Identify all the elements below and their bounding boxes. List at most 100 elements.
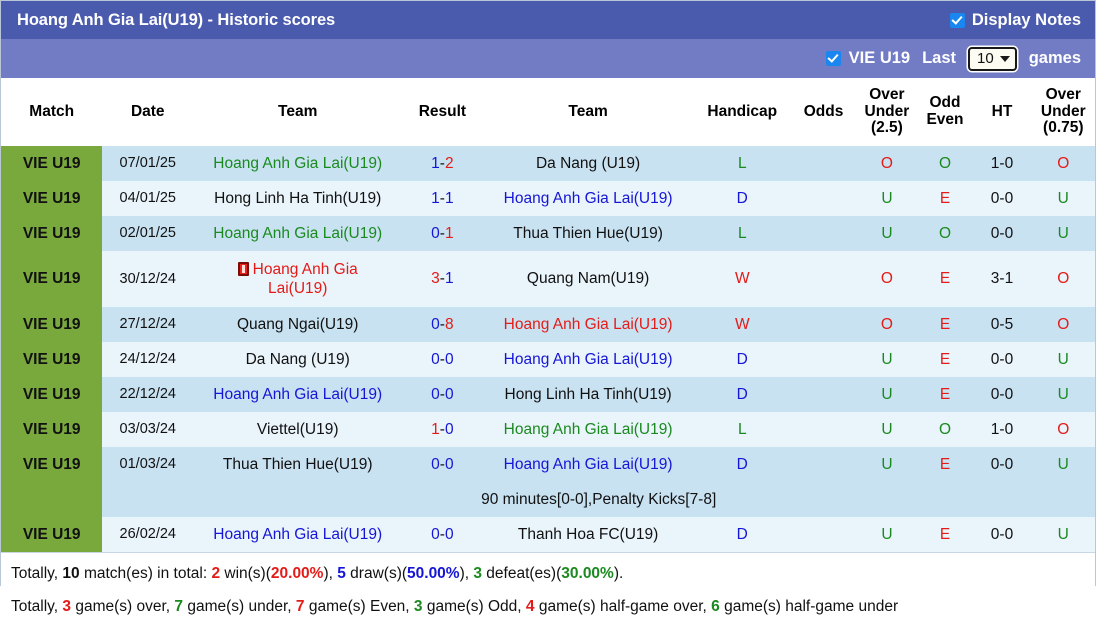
col-odd-even-l2: Even [926, 111, 963, 128]
table-row[interactable]: VIE U1924/12/24Da Nang (U19)0-0Hoang Anh… [1, 342, 1095, 377]
over-under-25-value: O [881, 270, 893, 287]
score-away: 0 [445, 386, 454, 403]
home-team-name: Hoang Anh Gia Lai(U19) [213, 225, 382, 242]
league-filter[interactable]: VIE U19 [826, 49, 910, 68]
cell-home-team[interactable]: Hoang Anh Gia Lai(U19) [193, 146, 402, 181]
cell-home-team[interactable]: Hong Linh Ha Tinh(U19) [193, 181, 402, 216]
cell-away-team[interactable]: Quang Nam(U19) [483, 251, 694, 307]
table-row[interactable]: VIE U1903/03/24Viettel(U19)1-0Hoang Anh … [1, 412, 1095, 447]
cell-away-team[interactable]: Hoang Anh Gia Lai(U19) [483, 342, 694, 377]
cell-ht: 0-0 [972, 216, 1031, 251]
result-letter: L [738, 155, 747, 172]
over-under-25-value: U [881, 351, 892, 368]
cell-league: VIE U19 [1, 251, 102, 307]
table-row[interactable]: VIE U1902/01/25Hoang Anh Gia Lai(U19)0-1… [1, 216, 1095, 251]
cell-away-team[interactable]: Hoang Anh Gia Lai(U19) [483, 307, 694, 342]
summary-defeat-pct: 30.00% [561, 565, 614, 582]
cell-odds [791, 307, 856, 342]
cell-home-team[interactable]: Hoang Anh Gia Lai(U19) [193, 251, 402, 307]
score-away: 0 [445, 456, 454, 473]
cell-home-team[interactable]: Viettel(U19) [193, 412, 402, 447]
over-under-075-value: U [1058, 225, 1069, 242]
cell-over-under-25: O [856, 251, 917, 307]
result-letter: D [737, 456, 748, 473]
away-team-name: Thanh Hoa FC(U19) [518, 526, 658, 543]
cell-date: 07/01/25 [102, 146, 193, 181]
cell-date: 02/01/25 [102, 216, 193, 251]
cell-away-team[interactable]: Thanh Hoa FC(U19) [483, 517, 694, 552]
table-row[interactable]: VIE U1904/01/25Hong Linh Ha Tinh(U19)1-1… [1, 181, 1095, 216]
cell-handicap: W [694, 251, 791, 307]
away-team-name: Hoang Anh Gia Lai(U19) [504, 190, 673, 207]
cell-home-team[interactable]: Quang Ngai(U19) [193, 307, 402, 342]
cell-odds [791, 251, 856, 307]
cell-away-team[interactable]: Hong Linh Ha Tinh(U19) [483, 377, 694, 412]
away-team-name: Hoang Anh Gia Lai(U19) [504, 456, 673, 473]
historic-scores-page: Hoang Anh Gia Lai(U19) - Historic scores… [0, 0, 1096, 586]
result-letter: D [737, 190, 748, 207]
col-over-under-075-l2: Under [1041, 103, 1086, 120]
table-row[interactable]: VIE U1907/01/25Hoang Anh Gia Lai(U19)1-2… [1, 146, 1095, 181]
summary-even: 7 [296, 598, 305, 615]
cell-handicap: D [694, 342, 791, 377]
cell-over-under-075: O [1032, 412, 1095, 447]
cell-handicap: L [694, 412, 791, 447]
col-ht: HT [972, 78, 1031, 146]
summary-l1-p1: Totally, [11, 565, 62, 582]
cell-ht: 1-0 [972, 412, 1031, 447]
cell-ht: 0-0 [972, 181, 1031, 216]
cell-league: VIE U19 [1, 146, 102, 181]
cell-ht: 1-0 [972, 146, 1031, 181]
summary-over: 3 [62, 598, 71, 615]
chevron-down-icon [1000, 56, 1010, 62]
ht-value: 3-1 [991, 270, 1013, 287]
cell-date: 04/01/25 [102, 181, 193, 216]
result-letter: W [735, 270, 750, 287]
cell-handicap: D [694, 377, 791, 412]
summary-half-over: 4 [526, 598, 535, 615]
cell-away-team[interactable]: Da Nang (U19) [483, 146, 694, 181]
score-away: 0 [445, 526, 454, 543]
league-checkbox[interactable] [826, 51, 841, 66]
summary-l2-p5: game(s) Odd, [423, 598, 526, 615]
games-count-select[interactable]: 10 [968, 47, 1017, 71]
summary-footer: Totally, 10 match(es) in total: 2 win(s)… [1, 552, 1095, 625]
summary-l1-p3: win(s)( [220, 565, 271, 582]
cell-home-team[interactable]: Thua Thien Hue(U19) [193, 447, 402, 482]
home-team-name: Hoang Anh Gia Lai(U19) [253, 261, 358, 297]
ht-value: 1-0 [991, 155, 1013, 172]
cell-over-under-075: U [1032, 342, 1095, 377]
cell-away-team[interactable]: Hoang Anh Gia Lai(U19) [483, 447, 694, 482]
table-row[interactable]: VIE U1901/03/24Thua Thien Hue(U19)0-0Hoa… [1, 447, 1095, 482]
ht-value: 0-0 [991, 386, 1013, 403]
table-row[interactable]: VIE U1927/12/24Quang Ngai(U19)0-8Hoang A… [1, 307, 1095, 342]
odd-even-value: E [940, 351, 950, 368]
cell-handicap: W [694, 307, 791, 342]
cell-handicap: L [694, 146, 791, 181]
cell-odd-even: E [918, 447, 973, 482]
display-notes-option[interactable]: Display Notes [950, 11, 1081, 30]
col-result: Result [402, 78, 482, 146]
summary-l2-p2: game(s) over, [71, 598, 174, 615]
cell-home-team[interactable]: Da Nang (U19) [193, 342, 402, 377]
cell-home-team[interactable]: Hoang Anh Gia Lai(U19) [193, 377, 402, 412]
cell-odd-even: E [918, 251, 973, 307]
display-notes-checkbox[interactable] [950, 13, 965, 28]
col-team-away: Team [483, 78, 694, 146]
cell-away-team[interactable]: Thua Thien Hue(U19) [483, 216, 694, 251]
page-title: Hoang Anh Gia Lai(U19) - Historic scores [17, 11, 335, 30]
cell-home-team[interactable]: Hoang Anh Gia Lai(U19) [193, 517, 402, 552]
cell-odds [791, 412, 856, 447]
cell-home-team[interactable]: Hoang Anh Gia Lai(U19) [193, 216, 402, 251]
summary-l1-p6: ), [460, 565, 474, 582]
col-over-under-25: Over Under (2.5) [856, 78, 917, 146]
over-under-075-value: U [1058, 526, 1069, 543]
odd-even-value: O [939, 155, 951, 172]
table-row[interactable]: VIE U1930/12/24Hoang Anh Gia Lai(U19)3-1… [1, 251, 1095, 307]
cell-ht: 3-1 [972, 251, 1031, 307]
table-row[interactable]: VIE U1922/12/24Hoang Anh Gia Lai(U19)0-0… [1, 377, 1095, 412]
table-row[interactable]: VIE U1926/02/24Hoang Anh Gia Lai(U19)0-0… [1, 517, 1095, 552]
cell-away-team[interactable]: Hoang Anh Gia Lai(U19) [483, 181, 694, 216]
over-under-075-value: U [1058, 386, 1069, 403]
cell-away-team[interactable]: Hoang Anh Gia Lai(U19) [483, 412, 694, 447]
